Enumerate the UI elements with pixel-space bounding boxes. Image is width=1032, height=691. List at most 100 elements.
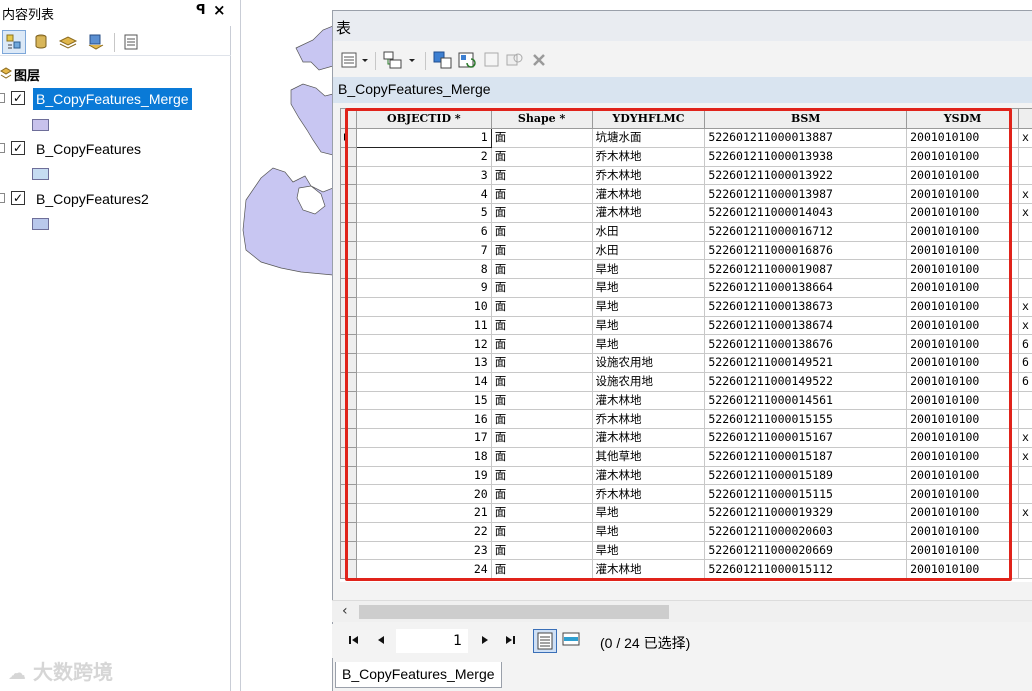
table-row[interactable]: 4 面灌木林地 522601211000013987 2001010100 x <box>340 184 1032 204</box>
cell-ydyhflmc[interactable]: 其他草地 <box>591 446 706 467</box>
cell-objectid[interactable]: 14 <box>355 371 492 392</box>
cell-shape[interactable]: 面 <box>490 390 593 411</box>
cell-ydyhflmc[interactable]: 灌木林地 <box>591 428 706 448</box>
cell-ydyhflmc[interactable]: 旱地 <box>591 521 706 542</box>
cell-ydyhflmc[interactable]: 灌木林地 <box>591 390 706 411</box>
cell-shape[interactable]: 面 <box>490 259 593 279</box>
cell-objectid[interactable]: 24 <box>355 559 492 579</box>
cell-bsm[interactable]: 522601211000149521 <box>704 353 908 373</box>
cell-shape[interactable]: 面 <box>490 165 593 186</box>
cell-bsm[interactable]: 522601211000014043 <box>704 203 908 223</box>
cell-bsm[interactable]: 522601211000016876 <box>704 240 908 261</box>
show-all-records-button[interactable] <box>533 629 557 653</box>
cell-bsm[interactable]: 522601211000138673 <box>704 296 908 317</box>
cell-ysdm[interactable]: 2001010100 <box>906 446 1019 467</box>
cell-shape[interactable]: 面 <box>490 203 593 223</box>
cell-bsm[interactable]: 522601211000020603 <box>704 521 908 542</box>
table-row[interactable]: 22 面旱地 522601211000020603 2001010100 <box>340 521 1032 542</box>
row-selector[interactable] <box>340 503 357 523</box>
row-selector[interactable] <box>340 184 357 204</box>
cell-overflow[interactable]: x <box>1017 184 1032 204</box>
cell-bsm[interactable]: 522601211000013938 <box>704 146 908 167</box>
cell-bsm[interactable]: 522601211000019087 <box>704 259 908 279</box>
cell-ydyhflmc[interactable]: 灌木林地 <box>591 559 706 579</box>
cell-ysdm[interactable]: 2001010100 <box>906 540 1019 561</box>
cell-shape[interactable]: 面 <box>490 371 593 392</box>
cell-shape[interactable]: 面 <box>490 465 593 486</box>
delete-selected-icon[interactable] <box>531 49 547 71</box>
cell-bsm[interactable]: 522601211000015115 <box>704 484 908 504</box>
cell-shape[interactable]: 面 <box>490 184 593 204</box>
cell-ysdm[interactable]: 2001010100 <box>906 165 1019 186</box>
cell-overflow[interactable]: 6 <box>1017 353 1032 373</box>
cell-objectid[interactable]: 6 <box>355 221 492 242</box>
cell-objectid[interactable]: 7 <box>355 240 492 261</box>
cell-ydyhflmc[interactable]: 水田 <box>591 240 706 261</box>
cell-ysdm[interactable]: 2001010100 <box>906 465 1019 486</box>
cell-ysdm[interactable]: 2001010100 <box>906 296 1019 317</box>
cell-ydyhflmc[interactable]: 水田 <box>591 221 706 242</box>
table-row[interactable]: 20 面乔木林地 522601211000015115 2001010100 <box>340 484 1032 504</box>
close-icon[interactable]: × <box>213 1 226 19</box>
scrollbar-thumb[interactable] <box>359 605 669 619</box>
layer-name[interactable]: B_CopyFeatures_Merge <box>33 88 192 110</box>
cell-bsm[interactable]: 522601211000138676 <box>704 334 908 354</box>
cell-ysdm[interactable]: 2001010100 <box>906 221 1019 242</box>
table-row[interactable]: 21 面旱地 522601211000019329 2001010100 x <box>340 503 1032 523</box>
cell-ydyhflmc[interactable]: 设施农用地 <box>591 371 706 392</box>
cell-shape[interactable]: 面 <box>490 428 593 448</box>
row-selector[interactable] <box>340 390 357 411</box>
row-selector[interactable] <box>340 278 357 298</box>
table-row[interactable]: 15 面灌木林地 522601211000014561 2001010100 <box>340 390 1032 411</box>
cell-ydyhflmc[interactable]: 乔木林地 <box>591 484 706 504</box>
row-selector[interactable] <box>340 540 357 561</box>
cell-ydyhflmc[interactable]: 旱地 <box>591 315 706 336</box>
column-header-overflow[interactable] <box>1017 108 1032 129</box>
cell-overflow[interactable]: x <box>1017 296 1032 317</box>
row-selector[interactable] <box>340 296 357 317</box>
cell-shape[interactable]: 面 <box>490 296 593 317</box>
row-selector[interactable] <box>340 559 357 579</box>
horizontal-scrollbar[interactable]: ‹ <box>332 600 1032 622</box>
cell-ydyhflmc[interactable]: 设施农用地 <box>591 353 706 373</box>
cell-shape[interactable]: 面 <box>490 146 593 167</box>
row-selector[interactable] <box>340 353 357 373</box>
row-selector[interactable] <box>340 521 357 542</box>
cell-overflow[interactable]: x <box>1017 446 1032 467</box>
collapse-toggle-icon[interactable] <box>0 193 5 203</box>
cell-shape[interactable]: 面 <box>490 503 593 523</box>
row-selector[interactable] <box>340 446 357 467</box>
cell-ysdm[interactable]: 2001010100 <box>906 559 1019 579</box>
previous-record-button[interactable] <box>376 634 386 649</box>
layer-row[interactable]: ✓ B_CopyFeatures_Merge <box>0 88 231 110</box>
cell-objectid[interactable]: 8 <box>355 259 492 279</box>
cell-shape[interactable]: 面 <box>490 559 593 579</box>
cell-bsm[interactable]: 522601211000015167 <box>704 428 908 448</box>
cell-bsm[interactable]: 522601211000020669 <box>704 540 908 561</box>
layer-symbol-swatch[interactable] <box>32 218 49 230</box>
cell-bsm[interactable]: 522601211000138664 <box>704 278 908 298</box>
cell-overflow[interactable] <box>1017 521 1032 542</box>
table-row[interactable]: 13 面设施农用地 522601211000149521 2001010100 6 <box>340 353 1032 373</box>
cell-overflow[interactable] <box>1017 465 1032 486</box>
cell-overflow[interactable] <box>1017 259 1032 279</box>
table-row[interactable]: 2 面乔木林地 522601211000013938 2001010100 <box>340 146 1032 167</box>
cell-bsm[interactable]: 522601211000013922 <box>704 165 908 186</box>
row-selector[interactable] <box>340 315 357 336</box>
row-selector[interactable] <box>340 259 357 279</box>
cell-ysdm[interactable]: 2001010100 <box>906 240 1019 261</box>
layer-visibility-checkbox[interactable]: ✓ <box>11 141 25 155</box>
cell-ydyhflmc[interactable]: 旱地 <box>591 540 706 561</box>
row-selector[interactable] <box>340 128 357 148</box>
row-selector[interactable] <box>340 165 357 186</box>
cell-shape[interactable]: 面 <box>490 521 593 542</box>
cell-ydyhflmc[interactable]: 坑塘水面 <box>591 128 706 148</box>
cell-ysdm[interactable]: 2001010100 <box>906 428 1019 448</box>
cell-shape[interactable]: 面 <box>490 240 593 261</box>
cell-shape[interactable]: 面 <box>490 128 593 148</box>
cell-objectid[interactable]: 2 <box>355 146 492 167</box>
collapse-toggle-icon[interactable] <box>0 93 5 103</box>
cell-objectid[interactable]: 10 <box>355 296 492 317</box>
cell-objectid[interactable]: 4 <box>355 184 492 204</box>
next-record-button[interactable] <box>480 634 490 649</box>
